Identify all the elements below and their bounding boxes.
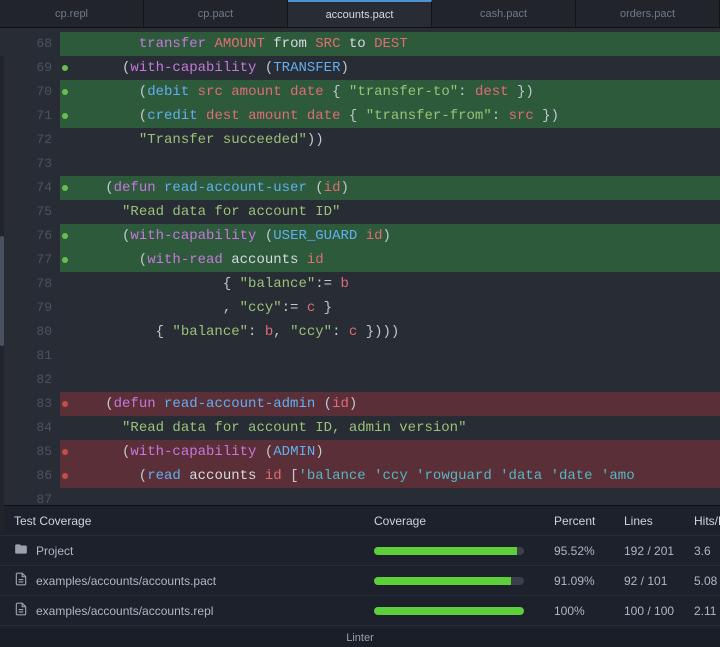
line-number: 76 bbox=[0, 224, 60, 248]
coverage-row[interactable]: Project 95.52%192 / 2013.6 bbox=[0, 536, 720, 566]
coverage-percent: 91.09% bbox=[554, 574, 624, 588]
code-line[interactable]: "Transfer succeeded")) bbox=[60, 128, 720, 152]
coverage-lines: 92 / 101 bbox=[624, 574, 694, 588]
code-line[interactable]: { "balance":= b bbox=[60, 272, 720, 296]
coverage-row[interactable]: examples/accounts/accounts.pact 91.09%92 … bbox=[0, 566, 720, 596]
line-number: 68 bbox=[0, 32, 60, 56]
coverage-percent: 95.52% bbox=[554, 544, 624, 558]
coverage-row-name: examples/accounts/accounts.pact bbox=[36, 574, 216, 588]
code-line[interactable]: (defun read-account-admin (id) bbox=[60, 392, 720, 416]
file-icon bbox=[14, 572, 28, 589]
coverage-panel: Test Coverage Coverage Percent Lines Hit… bbox=[0, 505, 720, 647]
code-line[interactable]: (credit dest amount date { "transfer-fro… bbox=[60, 104, 720, 128]
line-number: 84 bbox=[0, 416, 60, 440]
status-bar: Linter bbox=[0, 629, 720, 647]
coverage-hit-icon bbox=[62, 185, 68, 191]
code-line[interactable]: { "balance": b, "ccy": c }))) bbox=[60, 320, 720, 344]
file-icon bbox=[14, 602, 28, 619]
coverage-hit-icon bbox=[62, 65, 68, 71]
coverage-header-pct: Percent bbox=[554, 514, 624, 528]
tab-cp-pact[interactable]: cp.pact bbox=[144, 0, 288, 27]
line-number: 87 bbox=[0, 488, 60, 512]
tab-bar: cp.replcp.pactaccounts.pactcash.pactorde… bbox=[0, 0, 720, 28]
coverage-row-name: Project bbox=[36, 544, 73, 558]
coverage-bar bbox=[374, 547, 524, 555]
code-line[interactable] bbox=[60, 488, 720, 505]
coverage-row-name: examples/accounts/accounts.repl bbox=[36, 604, 213, 618]
code-line[interactable]: (with-read accounts id bbox=[60, 248, 720, 272]
code-line[interactable] bbox=[60, 344, 720, 368]
line-number: 79 bbox=[0, 296, 60, 320]
tab-accounts-pact[interactable]: accounts.pact bbox=[288, 0, 432, 27]
line-number: 81 bbox=[0, 344, 60, 368]
folder-icon bbox=[14, 542, 28, 559]
line-number: 71 bbox=[0, 104, 60, 128]
editor[interactable]: 6869707172737475767778798081828384858687… bbox=[0, 28, 720, 505]
coverage-header-hits: Hits/L bbox=[694, 514, 720, 528]
coverage-hit-icon bbox=[62, 257, 68, 263]
code-line[interactable]: (with-capability (ADMIN) bbox=[60, 440, 720, 464]
coverage-miss-icon bbox=[62, 473, 68, 479]
line-number: 86 bbox=[0, 464, 60, 488]
line-number: 77 bbox=[0, 248, 60, 272]
coverage-header-name: Test Coverage bbox=[14, 514, 374, 528]
code-line[interactable]: (debit src amount date { "transfer-to": … bbox=[60, 80, 720, 104]
coverage-miss-icon bbox=[62, 449, 68, 455]
line-number: 82 bbox=[0, 368, 60, 392]
line-number: 72 bbox=[0, 128, 60, 152]
code-area[interactable]: transfer AMOUNT from SRC to DEST (with-c… bbox=[60, 28, 720, 505]
coverage-hits: 2.11 bbox=[694, 604, 720, 618]
coverage-miss-icon bbox=[62, 401, 68, 407]
coverage-hits: 3.6 bbox=[694, 544, 720, 558]
coverage-lines: 100 / 100 bbox=[624, 604, 694, 618]
coverage-lines: 192 / 201 bbox=[624, 544, 694, 558]
code-line[interactable]: , "ccy":= c } bbox=[60, 296, 720, 320]
code-line[interactable] bbox=[60, 368, 720, 392]
line-number: 85 bbox=[0, 440, 60, 464]
coverage-header-bar: Coverage bbox=[374, 514, 554, 528]
line-number: 83 bbox=[0, 392, 60, 416]
coverage-percent: 100% bbox=[554, 604, 624, 618]
coverage-header-lines: Lines bbox=[624, 514, 694, 528]
line-number: 74 bbox=[0, 176, 60, 200]
code-line[interactable]: "Read data for account ID" bbox=[60, 200, 720, 224]
line-number: 78 bbox=[0, 272, 60, 296]
code-line[interactable]: (with-capability (USER_GUARD id) bbox=[60, 224, 720, 248]
linter-status[interactable]: Linter bbox=[346, 632, 374, 644]
coverage-header-row: Test Coverage Coverage Percent Lines Hit… bbox=[0, 506, 720, 536]
line-number: 75 bbox=[0, 200, 60, 224]
tab-cash-pact[interactable]: cash.pact bbox=[432, 0, 576, 27]
code-line[interactable]: "Read data for account ID, admin version… bbox=[60, 416, 720, 440]
line-number: 70 bbox=[0, 80, 60, 104]
code-line[interactable]: transfer AMOUNT from SRC to DEST bbox=[60, 32, 720, 56]
coverage-hits: 5.08 bbox=[694, 574, 720, 588]
coverage-hit-icon bbox=[62, 89, 68, 95]
code-line[interactable]: (with-capability (TRANSFER) bbox=[60, 56, 720, 80]
coverage-row[interactable]: examples/accounts/accounts.repl 100%100 /… bbox=[0, 596, 720, 626]
code-line[interactable]: (read accounts id ['balance 'ccy 'rowgua… bbox=[60, 464, 720, 488]
line-number: 69 bbox=[0, 56, 60, 80]
code-line[interactable]: (defun read-account-user (id) bbox=[60, 176, 720, 200]
coverage-hit-icon bbox=[62, 113, 68, 119]
coverage-bar bbox=[374, 577, 524, 585]
coverage-hit-icon bbox=[62, 233, 68, 239]
tab-orders-pact[interactable]: orders.pact bbox=[576, 0, 720, 27]
tab-cp-repl[interactable]: cp.repl bbox=[0, 0, 144, 27]
line-number: 73 bbox=[0, 152, 60, 176]
coverage-bar bbox=[374, 607, 524, 615]
gutter: 6869707172737475767778798081828384858687 bbox=[0, 28, 60, 505]
code-line[interactable] bbox=[60, 152, 720, 176]
line-number: 80 bbox=[0, 320, 60, 344]
